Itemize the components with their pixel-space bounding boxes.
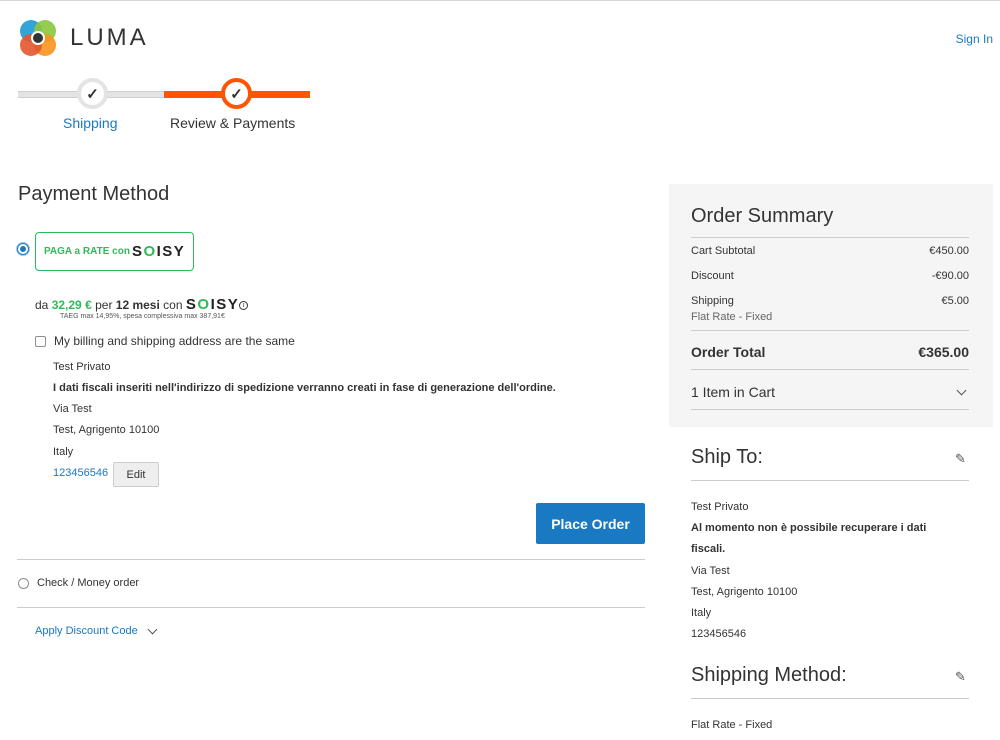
summary-row-discount: Discount -€90.00 [691, 270, 969, 282]
luma-logo-text: LUMA [70, 24, 149, 51]
divider [691, 330, 969, 331]
divider [691, 480, 969, 481]
order-summary-title: Order Summary [691, 205, 834, 227]
step-shipping-check[interactable]: ✓ [77, 78, 108, 109]
billing-same-label: My billing and shipping address are the … [54, 334, 295, 348]
apply-discount-label: Apply Discount Code [35, 625, 138, 637]
billing-city: Test, Agrigento 10100 [53, 424, 160, 436]
edit-pencil-icon[interactable]: ✎ [955, 451, 966, 467]
summary-row-shipping: Shipping €5.00 [691, 295, 969, 307]
ship-to-city: Test, Agrigento 10100 [691, 586, 798, 598]
checkmark-icon: ✓ [230, 85, 243, 103]
divider [17, 607, 645, 608]
divider [691, 237, 969, 238]
soisy-installment-text: da 32,29 € per 12 mesi con SOISY i [35, 296, 249, 313]
soisy-taeg-text: TAEG max 14,95%, spesa complessiva max 3… [60, 313, 225, 320]
billing-name: Test Privato [53, 361, 111, 373]
payment-method-title: Payment Method [18, 183, 170, 205]
check-money-radio[interactable] [18, 577, 29, 589]
billing-same-as-shipping[interactable]: My billing and shipping address are the … [35, 334, 295, 348]
shipping-method-value: Flat Rate - Fixed [691, 719, 773, 731]
ship-to-country: Italy [691, 607, 712, 619]
checkmark-icon: ✓ [86, 85, 99, 103]
step-review-check: ✓ [221, 78, 252, 109]
order-summary-panel: Order Summary Cart Subtotal €450.00 Disco… [669, 184, 993, 427]
divider [691, 698, 969, 699]
checkout-progress-bar: ✓ ✓ Shipping Review & Payments [18, 75, 310, 135]
ship-to-phone-link[interactable]: 123456546 [691, 628, 746, 640]
billing-phone-link[interactable]: 123456546 [53, 467, 108, 479]
sign-in-link[interactable]: Sign In [956, 32, 993, 46]
installment-months: 12 mesi [115, 298, 160, 312]
installment-amount: 32,29 € [51, 298, 92, 312]
apply-discount-toggle[interactable]: Apply Discount Code [35, 624, 158, 637]
summary-order-total: Order Total €365.00 [691, 344, 969, 360]
luma-logo-icon [18, 18, 58, 58]
chevron-down-icon [147, 624, 158, 634]
billing-fiscal-notice: I dati fiscali inseriti nell'indirizzo d… [53, 382, 556, 394]
chevron-down-icon [956, 385, 967, 395]
luma-logo[interactable]: LUMA [18, 18, 149, 58]
soisy-logo-small: SOISY [185, 296, 240, 313]
summary-shipping-method: Flat Rate - Fixed [691, 311, 773, 323]
ship-to-fiscal-notice: Al momento non è possibile recuperare i … [691, 522, 927, 534]
divider [691, 409, 969, 410]
billing-country: Italy [53, 446, 74, 458]
step-shipping-label[interactable]: Shipping [63, 115, 118, 131]
items-in-cart-toggle[interactable]: 1 Item in Cart [691, 384, 969, 400]
divider [691, 369, 969, 370]
info-icon[interactable]: i [239, 301, 249, 310]
soisy-payment-radio[interactable] [17, 243, 29, 255]
summary-row-subtotal: Cart Subtotal €450.00 [691, 245, 969, 257]
check-money-label: Check / Money order [37, 577, 140, 589]
place-order-button[interactable]: Place Order [536, 503, 645, 544]
edit-pencil-icon[interactable]: ✎ [955, 669, 966, 685]
divider [17, 559, 645, 560]
ship-to-name: Test Privato [691, 501, 749, 513]
soisy-payment-badge[interactable]: PAGA a RATE con SOISY [35, 232, 194, 271]
edit-billing-button[interactable]: Edit [113, 462, 159, 487]
shipping-method-title: Shipping Method: [691, 664, 847, 686]
ship-to-title: Ship To: [691, 446, 763, 468]
ship-to-street: Via Test [691, 565, 730, 577]
items-in-cart-label: 1 Item in Cart [691, 384, 776, 400]
step-review-label: Review & Payments [170, 115, 296, 131]
billing-same-checkbox[interactable] [35, 335, 46, 347]
soisy-badge-prefix: PAGA a RATE con [44, 246, 130, 257]
soisy-logo: SOISY [131, 243, 186, 260]
ship-to-fiscal-notice-cont: fiscali. [691, 543, 726, 555]
billing-street: Via Test [53, 403, 92, 415]
check-money-option[interactable]: Check / Money order [18, 577, 139, 589]
